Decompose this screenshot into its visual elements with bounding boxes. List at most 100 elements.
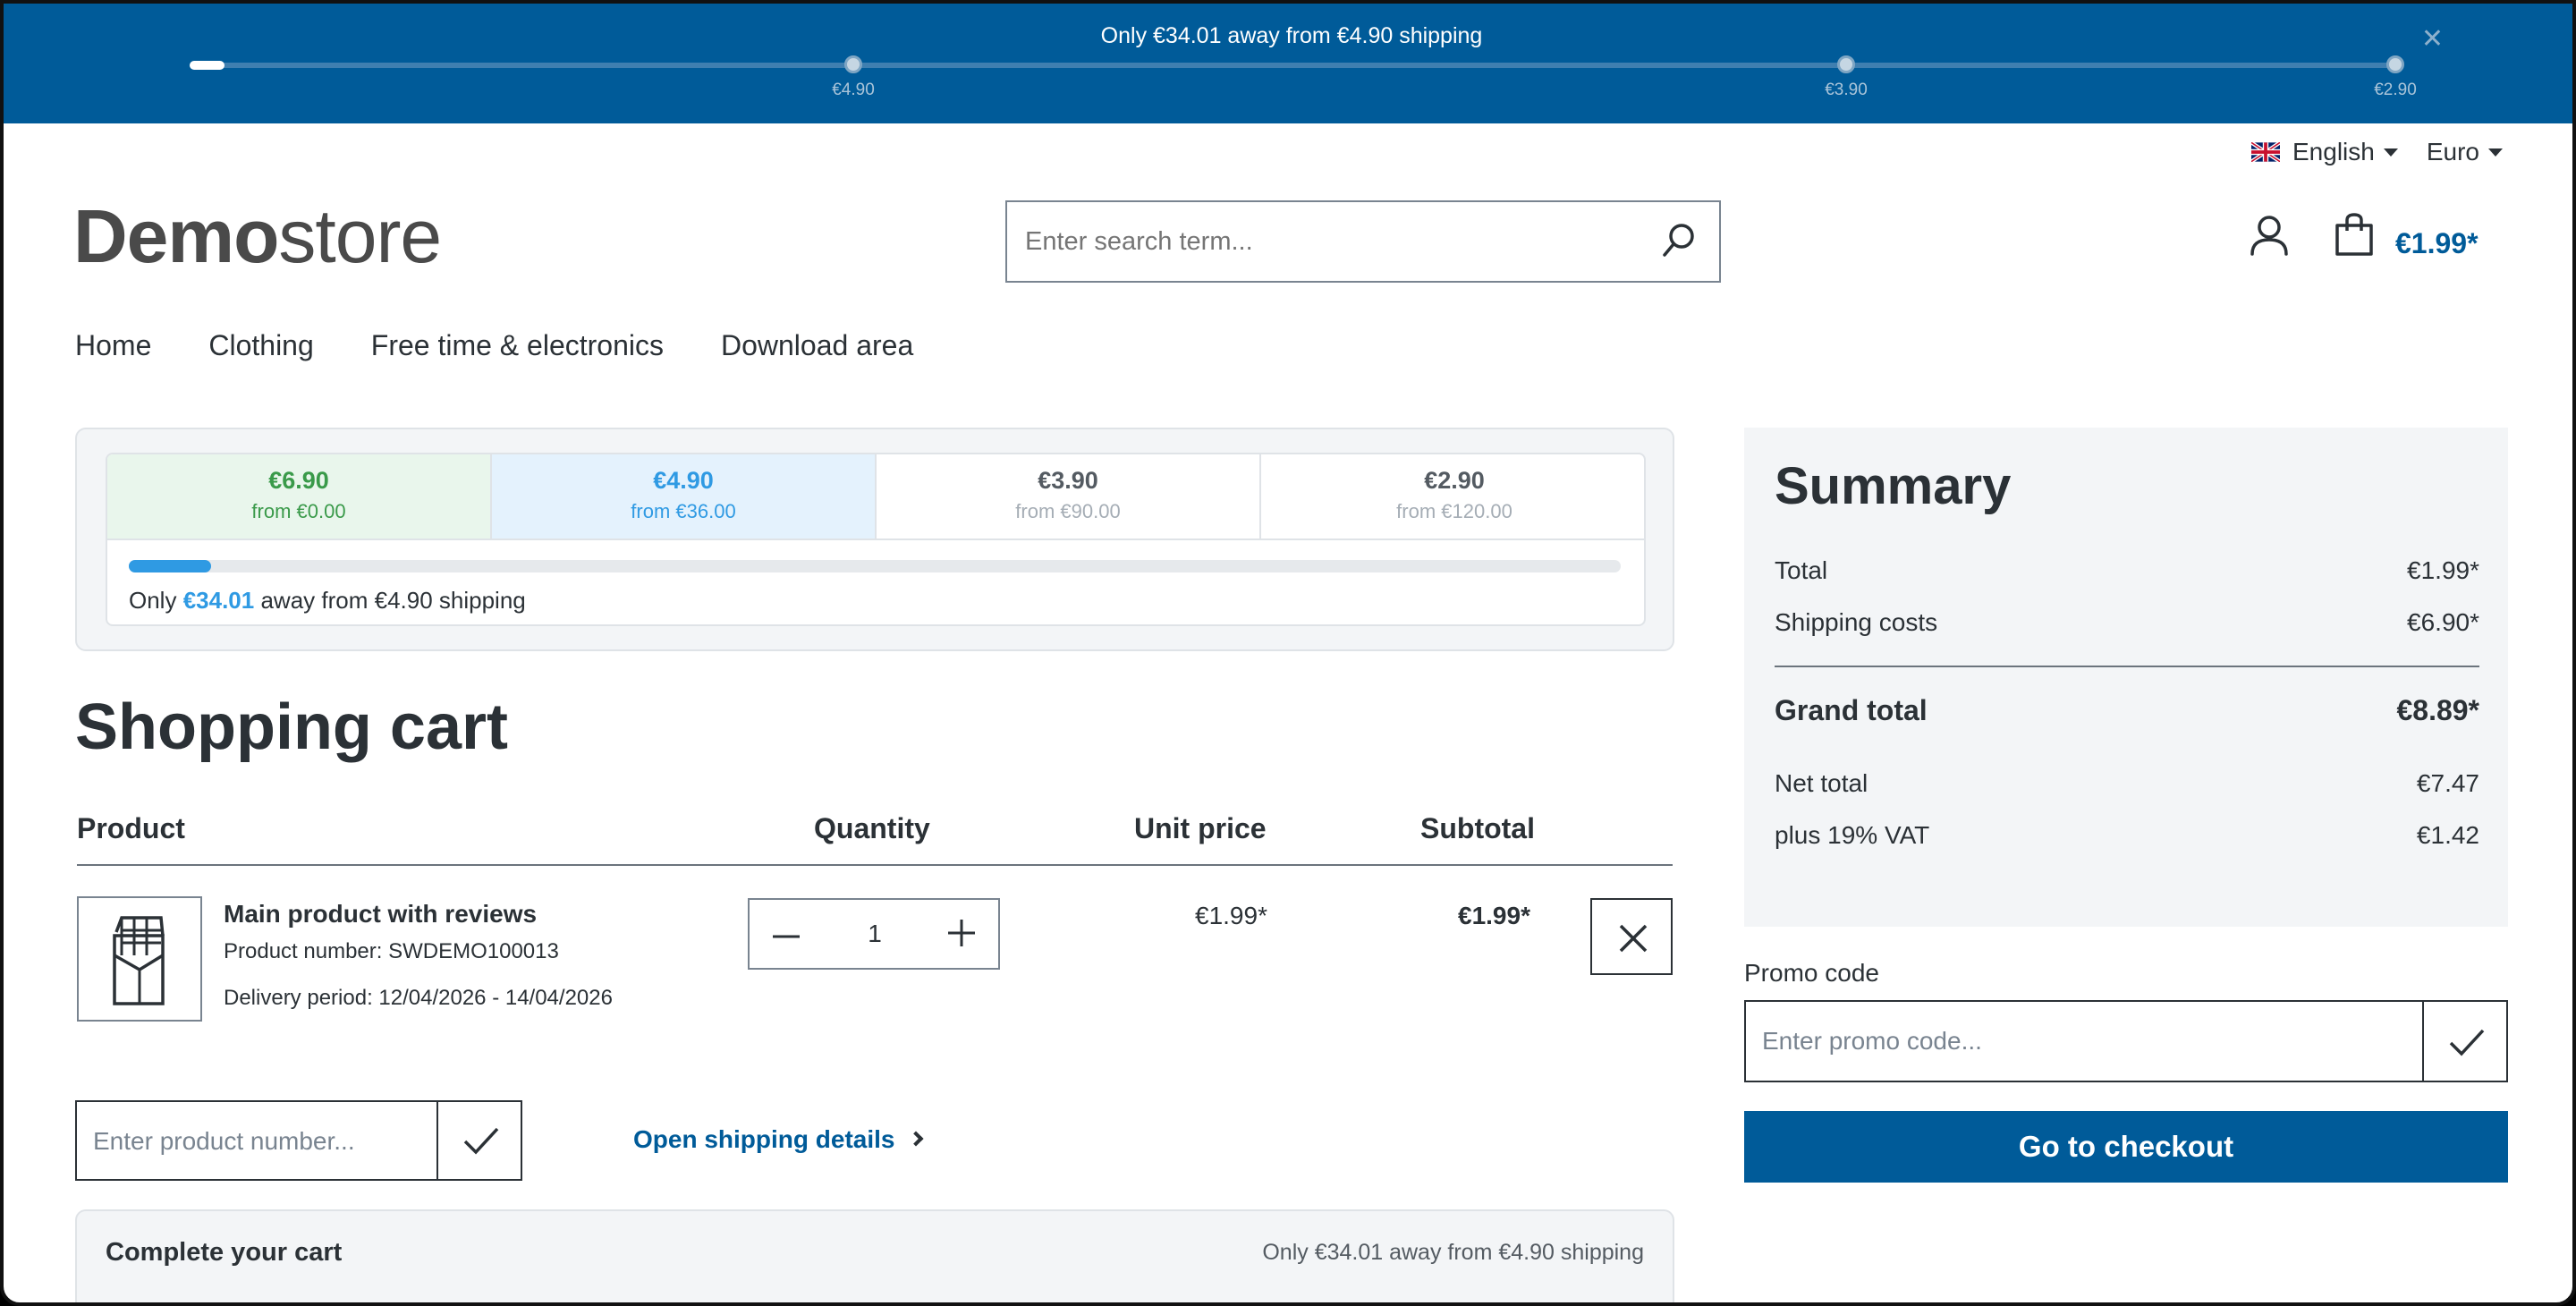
complete-cart-panel: Complete your cart Only €34.01 away from… — [75, 1209, 1674, 1302]
checkmark-icon — [2449, 1029, 2485, 1056]
store-logo[interactable]: Demostore — [73, 193, 442, 280]
language-dropdown[interactable]: English — [2251, 138, 2398, 166]
tier-threshold: from €36.00 — [631, 500, 736, 522]
tiers-progress-message: Only €34.01 away from €4.90 shipping — [129, 587, 526, 615]
order-summary: Summary Total €1.99* Shipping costs €6.90*… — [1744, 428, 2508, 927]
remove-item-button[interactable] — [1590, 898, 1673, 975]
summary-label: Net total — [1775, 769, 1868, 797]
banner-close-icon[interactable]: ✕ — [2421, 23, 2444, 55]
logo-light-text: store — [278, 194, 442, 278]
summary-row-shipping: Shipping costs €6.90* — [1775, 608, 2479, 637]
product-name[interactable]: Main product with reviews — [224, 900, 537, 929]
tier-price: €4.90 — [653, 467, 714, 494]
summary-row-grand-total: Grand total €8.89* — [1775, 694, 2479, 727]
banner-milestone-dot — [1837, 55, 1855, 73]
logo-bold-text: Demo — [73, 194, 279, 278]
caret-down-icon — [2488, 148, 2503, 157]
nav-item-free-time-electronics[interactable]: Free time & electronics — [371, 329, 664, 362]
tiers-progress-fill — [129, 560, 211, 572]
summary-divider — [1775, 666, 2479, 667]
tiers-progress-track — [129, 560, 1621, 572]
header-cart-total[interactable]: €1.99* — [2395, 227, 2479, 260]
go-to-checkout-button[interactable]: Go to checkout — [1744, 1111, 2508, 1183]
summary-value: €8.89* — [2396, 694, 2479, 726]
summary-label: Grand total — [1775, 694, 1928, 726]
msg-amount: €34.01 — [182, 587, 255, 614]
currency-dropdown[interactable]: Euro — [2427, 138, 2503, 166]
banner-progress-track: €4.90 €3.90 €2.90 — [190, 55, 2417, 99]
product-number: Product number: SWDEMO100013 — [224, 939, 559, 963]
delivery-period: Delivery period: 12/04/2026 - 14/04/2026 — [224, 986, 613, 1010]
account-icon[interactable] — [2247, 215, 2292, 258]
chevron-right-icon — [908, 1131, 924, 1147]
uk-flag-icon — [2251, 142, 2280, 162]
quantity-value[interactable]: 1 — [848, 920, 902, 948]
tier-price: €2.90 — [1424, 467, 1485, 494]
tier-price: €3.90 — [1038, 467, 1098, 494]
search-input[interactable] — [1007, 202, 1633, 281]
cart-table-header: Product Quantity Unit price Subtotal — [77, 809, 1673, 866]
header-quantity: Quantity — [814, 812, 930, 844]
quantity-stepper: 1 — [748, 898, 1000, 970]
header-subtotal: Subtotal — [1420, 812, 1535, 844]
cart-bag-icon[interactable] — [2333, 213, 2376, 258]
summary-title: Summary — [1775, 457, 2012, 515]
tier-threshold: from €120.00 — [1396, 500, 1513, 522]
line-subtotal: €1.99* — [1458, 902, 1530, 929]
summary-value: €7.47 — [2416, 769, 2479, 797]
chocolate-bar-icon — [113, 916, 165, 1005]
language-label: English — [2292, 138, 2375, 165]
complete-cart-title: Complete your cart — [106, 1238, 343, 1267]
summary-label: plus 19% VAT — [1775, 821, 1930, 849]
summary-value: €1.42 — [2416, 821, 2479, 849]
nav-item-clothing[interactable]: Clothing — [208, 329, 313, 362]
topbar: English Euro — [2251, 138, 2503, 166]
summary-value: €6.90* — [2407, 608, 2479, 636]
header-product: Product — [77, 812, 185, 844]
shipping-tiers-panel: €6.90 from €0.00 €4.90 from €36.00 €3.90… — [75, 428, 1674, 651]
apply-promo-button[interactable] — [2422, 1000, 2508, 1082]
banner-milestone-dot — [844, 55, 862, 73]
shipping-tier: €2.90 from €120.00 — [1261, 454, 1644, 540]
caret-down-icon — [2383, 148, 2398, 157]
minus-icon[interactable] — [771, 921, 801, 952]
unit-price: €1.99* — [1195, 902, 1267, 929]
shipping-tier: €4.90 from €36.00 — [492, 454, 877, 540]
shipping-progress-banner: Only €34.01 away from €4.90 shipping €4.… — [4, 4, 2572, 123]
nav-item-home[interactable]: Home — [75, 329, 151, 362]
banner-milestone-dot — [2386, 55, 2404, 73]
tier-price: €6.90 — [268, 467, 329, 494]
summary-row-total: Total €1.99* — [1775, 556, 2479, 585]
banner-milestone-label: €4.90 — [832, 81, 875, 99]
summary-label: Shipping costs — [1775, 608, 1938, 636]
open-shipping-details-link[interactable]: Open shipping details — [633, 1125, 924, 1154]
currency-label: Euro — [2426, 138, 2479, 165]
product-number-input[interactable]: Enter product number... — [75, 1100, 438, 1181]
browser-window: Only €34.01 away from €4.90 shipping €4.… — [0, 0, 2576, 1306]
product-image[interactable] — [77, 896, 202, 1022]
summary-row-vat: plus 19% VAT €1.42 — [1775, 821, 2479, 850]
page-title: Shopping cart — [75, 691, 508, 763]
plus-icon[interactable] — [946, 918, 977, 948]
main-navigation: Home Clothing Free time & electronics Do… — [75, 329, 913, 362]
summary-row-net-total: Net total €7.47 — [1775, 769, 2479, 798]
header-unit-price: Unit price — [1134, 812, 1267, 844]
complete-cart-message: Only €34.01 away from €4.90 shipping — [1262, 1240, 1644, 1265]
add-product-number-button[interactable] — [436, 1100, 522, 1181]
close-icon — [1619, 924, 1648, 953]
summary-value: €1.99* — [2407, 556, 2479, 584]
summary-label: Total — [1775, 556, 1828, 584]
tier-threshold: from €90.00 — [1015, 500, 1121, 522]
shipping-tiers-card: €6.90 from €0.00 €4.90 from €36.00 €3.90… — [106, 453, 1646, 626]
banner-milestone-label: €2.90 — [2374, 81, 2417, 99]
banner-progress-fill — [190, 61, 225, 70]
promo-code-input[interactable]: Enter promo code... — [1744, 1000, 2424, 1082]
search-icon[interactable] — [1660, 222, 1696, 261]
msg-suffix: away from €4.90 shipping — [260, 587, 526, 614]
promo-code-label: Promo code — [1744, 959, 1879, 987]
nav-item-download-area[interactable]: Download area — [721, 329, 913, 362]
banner-message: Only €34.01 away from €4.90 shipping — [1100, 23, 1483, 48]
checkmark-icon — [463, 1127, 499, 1155]
shipping-tier: €6.90 from €0.00 — [107, 454, 492, 540]
msg-prefix: Only — [129, 587, 177, 614]
